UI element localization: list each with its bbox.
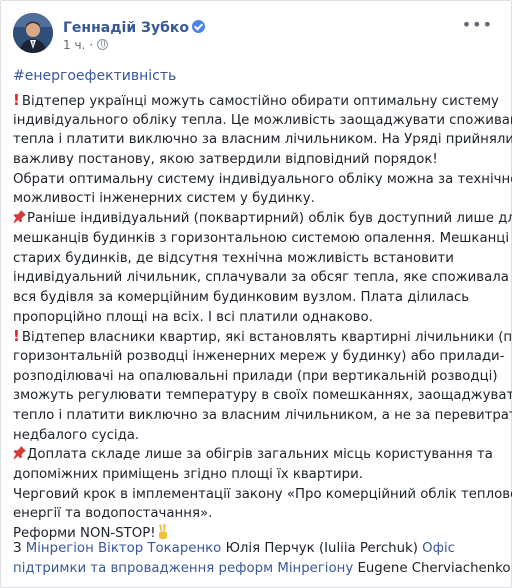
post-line: енергії та водопостачання». (13, 504, 505, 524)
verified-badge-icon (191, 20, 205, 33)
post-line: індивідуального обліку тепла. Це можливі… (13, 111, 512, 131)
exclamation-icon: ! (13, 327, 20, 346)
post-line-text: пропорційно площі на всіх. І всі платили… (13, 309, 373, 325)
tag-viktor-tokarenko[interactable]: Віктор Токаренко (98, 541, 221, 556)
post-line-text: Доплата складе лише за обігрів загальних… (27, 447, 493, 463)
post-line-text: зможуть регулювати температуру в своїх п… (13, 388, 512, 404)
post-line-text: енергії та водопостачання». (13, 506, 213, 522)
post-line: вся будівля за комерційним будинковим ву… (13, 288, 505, 308)
post-line-text: Раніше індивідуальний (поквартирний) обл… (27, 211, 512, 227)
pushpin-icon (13, 446, 26, 461)
post-line: старих будинків, де відсутня технічна мо… (13, 249, 505, 269)
post-line-text: розподілювачі на опалювальні прилади (пр… (13, 368, 498, 384)
post-line: допоміжних приміщень згідно площі їх ква… (13, 465, 505, 485)
post-line: Обрати оптимальну систему індивідуальног… (13, 170, 512, 190)
avatar[interactable] (13, 13, 53, 53)
post-line-text: вся будівля за комерційним будинковим ву… (13, 289, 470, 305)
post-card: Геннадій Зубко 1 ч. · ••• #енергоефективн… (0, 0, 512, 588)
post-line-text: Обрати оптимальну систему індивідуальног… (13, 171, 512, 187)
post-line-text: недбалого сусіда. (13, 427, 140, 443)
post-line-text: горизонтальній розводці інженерних мереж… (13, 348, 505, 364)
post-line: горизонтальній розводці інженерних мереж… (13, 347, 505, 367)
post-line-text: Черговий крок в імплементації закону «Пр… (13, 486, 512, 502)
author-name-row: Геннадій Зубко (63, 17, 205, 37)
post-line: тепло і платити виключно за власним лічи… (13, 406, 512, 426)
post-line-text: Відтепер власники квартир, які встановля… (21, 330, 512, 346)
meta-separator: · (89, 38, 94, 52)
with-prefix: З (13, 541, 26, 556)
tag-minregion[interactable]: Мінрегіон (26, 541, 94, 556)
post-line: недбалого сусіда. (13, 426, 505, 446)
post-line: ! Відтепер українці можуть самостійно оби… (13, 91, 505, 111)
exclamation-icon: ! (13, 91, 20, 109)
post-line: мешканців будинків з горизонтальною сист… (13, 229, 509, 249)
post-line: пропорційно площі на всіх. І всі платили… (13, 308, 505, 328)
post-line-text: мешканців будинків з горизонтальною сист… (13, 230, 510, 246)
post-line-text: можливості інженерних систем у будинку. (13, 191, 315, 207)
post-line-text: старих будинків, де відсутня технічна мо… (13, 250, 454, 266)
post-line: Черговий крок в імплементації закону «Пр… (13, 485, 512, 505)
post-line-text: важливу постанову, якою затвердили відпо… (13, 152, 438, 168)
post-line-text: тепла і платити виключно за власним лічи… (13, 132, 512, 148)
post-line-text: індивідуальний лічильник, сплачували за … (13, 270, 509, 286)
more-options-icon[interactable]: ••• (462, 15, 493, 34)
pushpin-icon (13, 210, 26, 225)
tag-yulia-perchuk[interactable]: Юлія Перчук (Iuliia Perchuk) (226, 541, 418, 556)
tag-eugene-cherviachenko[interactable]: Eugene Cherviachenko (357, 561, 510, 576)
post-meta: 1 ч. · (63, 38, 109, 52)
post-line: Доплата складе лише за обігрів загальних… (13, 445, 505, 465)
author-name[interactable]: Геннадій Зубко (63, 20, 189, 36)
tag-office-reforms[interactable]: підтримки та впровадження реформ Мінрегі… (13, 561, 353, 576)
tagged-people: З Мінрегіон Віктор Токаренко Юлія Перчук… (13, 539, 511, 578)
tag-office[interactable]: Офіс (422, 541, 455, 556)
post-line: тепла і платити виключно за власним лічи… (13, 130, 512, 150)
post-line-text: індивідуального обліку тепла. Це можливі… (13, 112, 512, 128)
post-line: Раніше індивідуальний (поквартирний) обл… (13, 209, 512, 229)
post-line: зможуть регулювати температуру в своїх п… (13, 386, 512, 406)
post-line: ! Відтепер власники квартир, які встановл… (13, 327, 512, 347)
post-line: важливу постанову, якою затвердили відпо… (13, 150, 505, 170)
post-line: індивідуальний лічильник, сплачували за … (13, 268, 509, 288)
post-text: ! Відтепер українці можуть самостійно оби… (13, 91, 512, 544)
post-line-text: тепло і платити виключно за власним лічи… (13, 408, 512, 423)
post-header: Геннадій Зубко 1 ч. · ••• (13, 13, 493, 65)
post-timestamp[interactable]: 1 ч. (63, 38, 85, 52)
post-line: можливості інженерних систем у будинку. (13, 189, 505, 209)
post-line-text: Відтепер українці можуть самостійно обир… (21, 94, 499, 109)
hashtag-link[interactable]: #енергоефективність (13, 68, 176, 84)
post-line-text: допоміжних приміщень згідно площі їх ква… (13, 467, 363, 483)
post-line: розподілювачі на опалювальні прилади (пр… (13, 367, 505, 387)
globe-icon[interactable] (97, 39, 109, 50)
